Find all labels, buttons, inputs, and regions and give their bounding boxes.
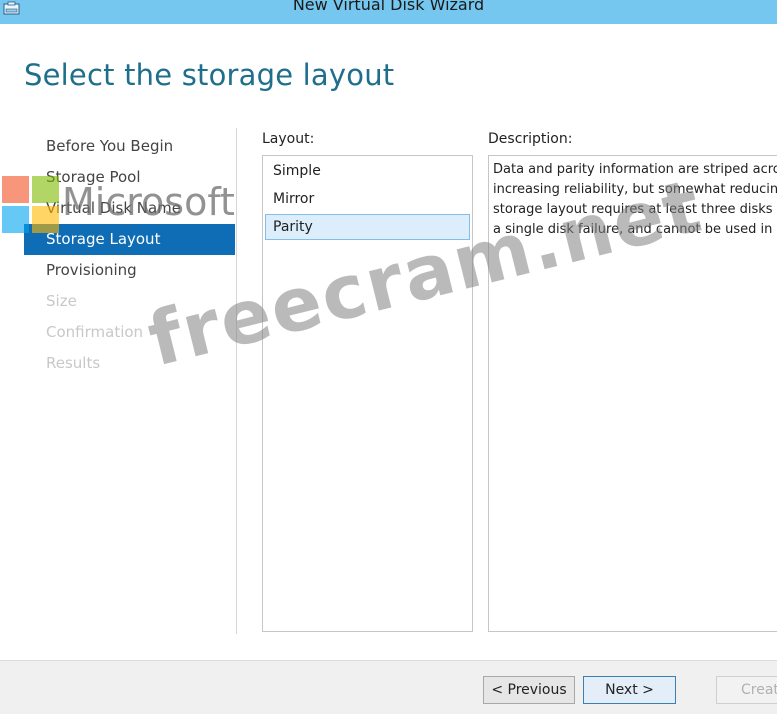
title-bar[interactable]: New Virtual Disk Wizard [0,0,777,24]
description-line: increasing reliability, but somewhat red… [493,182,777,197]
step-results: Results [46,354,101,372]
description-line: Data and parity information are striped … [493,162,777,177]
layout-option-simple[interactable]: Simple [265,158,470,184]
description-box: Data and parity information are striped … [488,155,777,632]
description-line: storage layout requires at least three d… [493,202,777,217]
layout-label: Layout: [262,131,315,147]
step-size: Size [46,292,77,310]
step-provisioning[interactable]: Provisioning [24,255,235,286]
step-confirmation: Confirmation [46,323,144,341]
wizard-steps: Before You Begin Storage Pool Virtual Di… [24,131,235,379]
layout-list[interactable]: Simple Mirror Parity [262,155,473,632]
description-label: Description: [488,131,573,147]
description-text: Data and parity information are striped … [493,160,777,240]
step-storage-pool[interactable]: Storage Pool [24,162,235,193]
create-button[interactable]: Creat [716,676,777,704]
step-storage-layout[interactable]: Storage Layout [24,224,235,255]
page-title: Select the storage layout [24,58,395,92]
steps-divider [236,128,237,634]
layout-option-parity[interactable]: Parity [265,214,470,240]
description-line: a single disk failure, and cannot be use… [493,222,777,237]
previous-button[interactable]: < Previous [483,676,575,704]
window-title: New Virtual Disk Wizard [292,0,485,14]
step-before-you-begin[interactable]: Before You Begin [24,131,235,162]
layout-option-mirror[interactable]: Mirror [265,186,470,212]
next-button[interactable]: Next > [583,676,676,704]
step-virtual-disk-name[interactable]: Virtual Disk Name [24,193,235,224]
button-bar: < Previous Next > Creat [0,660,777,714]
